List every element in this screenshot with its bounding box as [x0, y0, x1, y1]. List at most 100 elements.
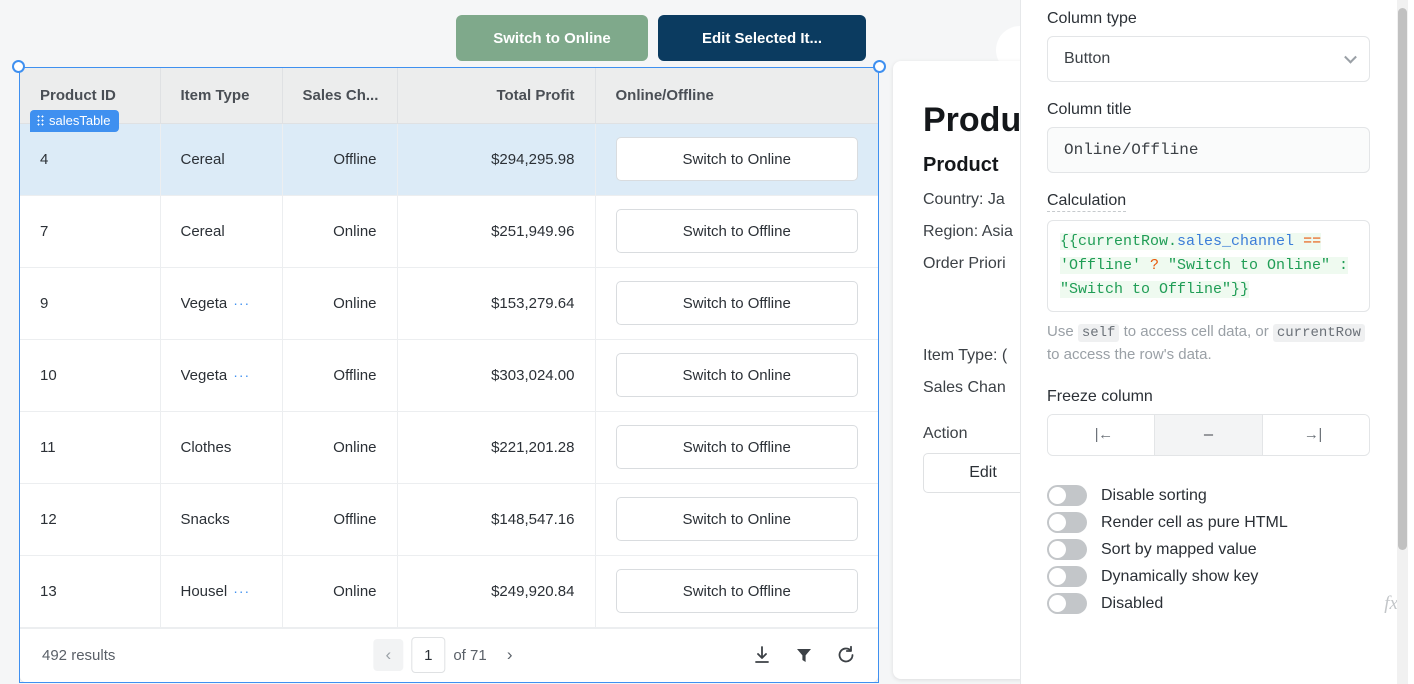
toggle-row: Render cell as pure HTML: [1047, 509, 1370, 536]
hint-chip-self: self: [1078, 324, 1120, 342]
cell-item-type: Snacks: [160, 483, 282, 555]
cell-sales-channel: Online: [282, 195, 397, 267]
column-header-item-type[interactable]: Item Type: [160, 68, 282, 123]
calculation-hint: Use self to access cell data, or current…: [1047, 321, 1370, 366]
cell-sales-channel: Offline: [282, 123, 397, 195]
column-header-sales-channel[interactable]: Sales Ch...: [282, 68, 397, 123]
table-row[interactable]: 9Vegeta···Online$153,279.64Switch to Off…: [20, 267, 878, 339]
row-toggle-channel-button[interactable]: Switch to Online: [616, 497, 859, 541]
toggle-label: Sort by mapped value: [1101, 541, 1257, 559]
freeze-none-icon[interactable]: —: [1155, 415, 1262, 455]
toggle-knob: [1049, 568, 1066, 585]
row-toggle-channel-button[interactable]: Switch to Online: [616, 137, 859, 181]
cell-sales-channel: Offline: [282, 339, 397, 411]
table-row[interactable]: 10Vegeta···Offline$303,024.00Switch to O…: [20, 339, 878, 411]
table-row[interactable]: 13 Housel ··· Online$249,920.84 Switch to Of…: [20, 555, 878, 627]
cell-product-id: 11: [20, 411, 160, 483]
row-toggle-channel-button[interactable]: Switch to Online: [616, 353, 859, 397]
toggle-row: Sort by mapped value: [1047, 536, 1370, 563]
prev-page-button[interactable]: ‹: [373, 639, 403, 671]
table-card: Product ID Item Type Sales Ch... Total P…: [20, 68, 878, 682]
table-row[interactable]: 11ClothesOnline$221,201.28Switch to Offl…: [20, 411, 878, 483]
toggle-switch[interactable]: [1047, 566, 1087, 587]
switch-to-online-button[interactable]: Switch to Online: [456, 15, 648, 61]
row-toggle-channel-button[interactable]: Switch to Offline: [616, 425, 859, 469]
cell-product-id: 9: [20, 267, 160, 339]
freeze-right-icon[interactable]: →|: [1263, 415, 1369, 455]
refresh-icon[interactable]: [836, 645, 856, 665]
calculation-code-editor[interactable]: {{currentRow.sales_channel == 'Offline' …: [1047, 220, 1370, 312]
cell-total-profit: $251,949.96: [397, 195, 595, 267]
cell-online-offline: Switch to Online: [595, 123, 878, 195]
table-body: 4CerealOffline$294,295.98Switch to Onlin…: [20, 123, 878, 627]
toggle-switch[interactable]: [1047, 512, 1087, 533]
column-settings-panel: Column type Button Column title Calculat…: [1020, 0, 1414, 684]
cell-sales-channel: Online: [282, 555, 397, 627]
toggle-label: Disable sorting: [1101, 487, 1207, 505]
row-toggle-channel-button[interactable]: Switch to Offline: [616, 209, 859, 253]
drag-handle-icon[interactable]: [37, 115, 44, 126]
widget-name-label: salesTable: [49, 113, 110, 128]
toggle-row: Disable sorting: [1047, 482, 1370, 509]
filter-icon[interactable]: [794, 645, 814, 665]
calc-token: ==: [1303, 233, 1321, 250]
app-root: Switch to Online Edit Selected It... sal…: [0, 0, 1414, 684]
cell-online-offline: Switch to Online: [595, 483, 878, 555]
cell-item-type-text: Housel: [181, 583, 228, 600]
table-row[interactable]: 7CerealOnline$251,949.96Switch to Offlin…: [20, 195, 878, 267]
freeze-column-label: Freeze column: [1047, 388, 1370, 406]
column-header-online-offline[interactable]: Online/Offline: [595, 68, 878, 123]
edit-selected-items-button[interactable]: Edit Selected It...: [658, 15, 866, 61]
download-icon[interactable]: [752, 645, 772, 665]
cell-item-type: Vegeta···: [160, 267, 282, 339]
table-row[interactable]: 4CerealOffline$294,295.98Switch to Onlin…: [20, 123, 878, 195]
page-number-input[interactable]: [411, 637, 445, 673]
panel-scrollbar-thumb[interactable]: [1398, 8, 1407, 550]
column-title-input[interactable]: [1047, 127, 1370, 173]
expand-cell-icon[interactable]: ···: [233, 295, 250, 311]
toggle-switch[interactable]: [1047, 539, 1087, 560]
calc-token: ?: [1150, 257, 1159, 274]
expand-cell-icon[interactable]: ···: [233, 583, 250, 599]
row-toggle-channel-button[interactable]: Switch to Offline: [616, 281, 859, 325]
sales-table-widget[interactable]: salesTable Product ID Item Type Sales Ch…: [19, 67, 879, 683]
toggle-label: Disabled: [1101, 595, 1163, 613]
toggle-switch[interactable]: [1047, 485, 1087, 506]
next-page-button[interactable]: ›: [495, 639, 525, 671]
cell-total-profit: $303,024.00: [397, 339, 595, 411]
cell-total-profit: $249,920.84: [397, 555, 595, 627]
hint-chip-currentrow: currentRow: [1273, 324, 1365, 342]
table-row[interactable]: 12SnacksOffline$148,547.16Switch to Onli…: [20, 483, 878, 555]
toggle-label: Dynamically show key: [1101, 568, 1258, 586]
column-type-select[interactable]: Button: [1047, 36, 1370, 82]
sales-table: Product ID Item Type Sales Ch... Total P…: [20, 68, 878, 628]
cell-item-type: Clothes: [160, 411, 282, 483]
widget-name-badge[interactable]: salesTable: [30, 110, 119, 132]
column-type-value: Button: [1064, 50, 1110, 68]
expand-cell-icon[interactable]: ···: [233, 367, 250, 383]
chevron-down-icon: [1344, 51, 1357, 64]
toggle-knob: [1049, 487, 1066, 504]
freeze-left-icon[interactable]: |←: [1048, 415, 1155, 455]
cell-item-type: Cereal: [160, 195, 282, 267]
column-header-total-profit[interactable]: Total Profit: [397, 68, 595, 123]
column-type-label: Column type: [1047, 10, 1370, 28]
top-action-bar: Switch to Online Edit Selected It...: [456, 15, 866, 61]
resize-handle-top-left[interactable]: [12, 60, 25, 73]
toggle-row: Disabledfx: [1047, 590, 1370, 617]
hint-text-2: to access cell data, or: [1119, 323, 1272, 340]
toggle-switch[interactable]: [1047, 593, 1087, 614]
fx-icon[interactable]: fx: [1384, 593, 1398, 615]
table-footer-icons: [752, 645, 856, 665]
cell-product-id: 4: [20, 123, 160, 195]
calc-token: 'Offline': [1060, 257, 1150, 274]
page-total-label: of 71: [453, 647, 486, 664]
cell-product-id: 13: [20, 555, 160, 627]
table-header: Product ID Item Type Sales Ch... Total P…: [20, 68, 878, 123]
resize-handle-top-right[interactable]: [873, 60, 886, 73]
row-toggle-channel-button[interactable]: Switch to Offline: [616, 569, 859, 613]
cell-online-offline: Switch to Offline: [595, 411, 878, 483]
column-title-label: Column title: [1047, 101, 1370, 119]
cell-product-id: 12: [20, 483, 160, 555]
cell-total-profit: $148,547.16: [397, 483, 595, 555]
